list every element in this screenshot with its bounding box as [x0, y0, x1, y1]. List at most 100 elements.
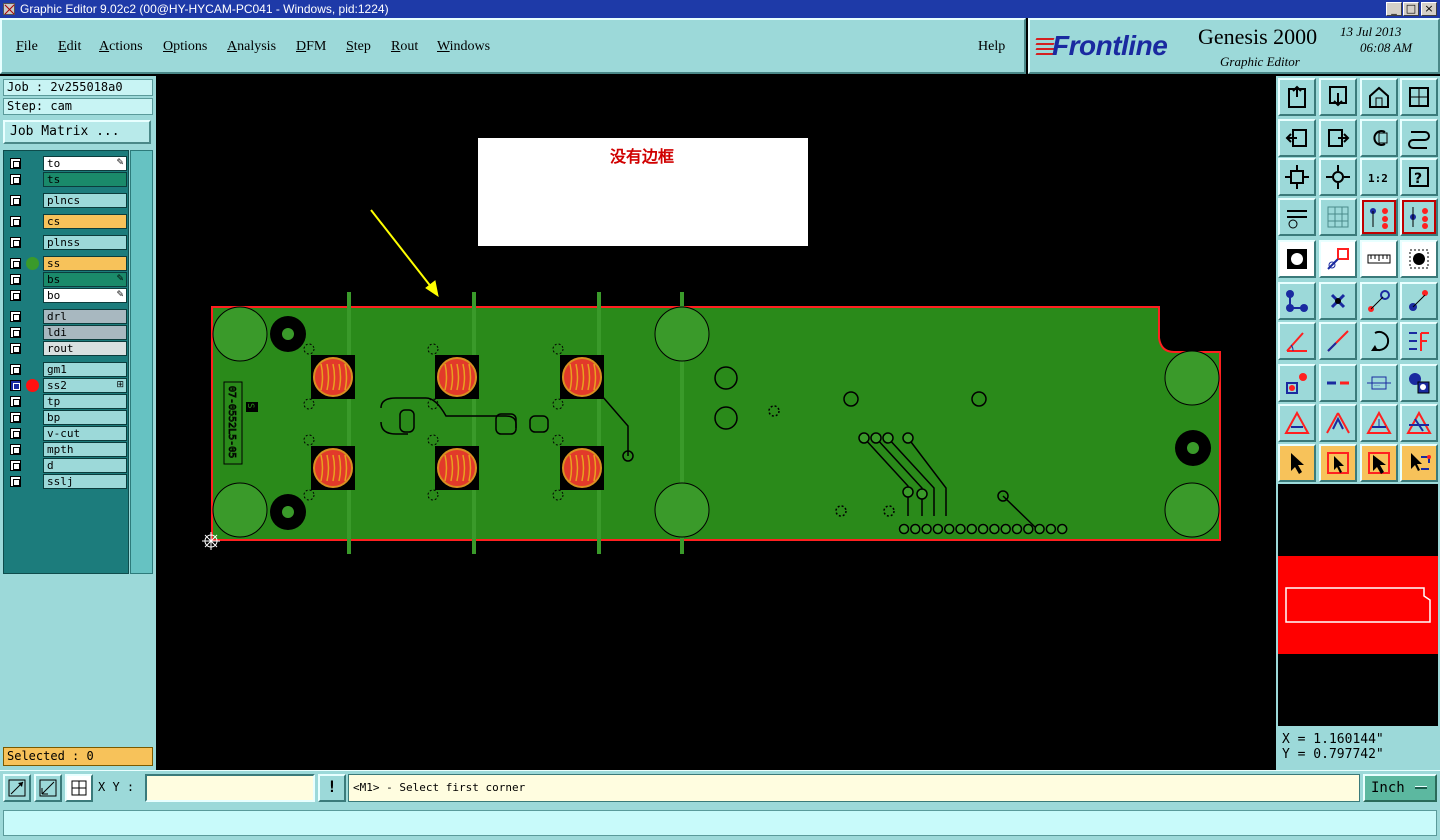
- help-button[interactable]: ?: [1400, 158, 1438, 196]
- move-feature-button[interactable]: [1278, 364, 1316, 402]
- layer-checkbox[interactable]: [10, 290, 21, 301]
- triangle-b-button[interactable]: [1319, 404, 1357, 442]
- layer-row-plnss[interactable]: plnss: [7, 235, 127, 250]
- layer-row-ss2[interactable]: ss2 ⊞: [7, 378, 127, 393]
- layer-row-bo[interactable]: bo ✎: [7, 288, 127, 303]
- layer-name[interactable]: tp: [43, 394, 127, 409]
- layer-name[interactable]: mpth: [43, 442, 127, 457]
- layer-name[interactable]: ss: [43, 256, 127, 271]
- draw-line-button[interactable]: [1278, 322, 1316, 360]
- fit-screen-button[interactable]: [1278, 78, 1316, 116]
- ruler-button[interactable]: [1360, 240, 1398, 278]
- menu-dfm[interactable]: DFM: [296, 39, 326, 55]
- layer-row-sslj[interactable]: sslj: [7, 474, 127, 489]
- line-break-button[interactable]: [1319, 364, 1357, 402]
- layer-name[interactable]: d: [43, 458, 127, 473]
- drill-button[interactable]: [1400, 240, 1438, 278]
- zoom-center-button[interactable]: [1319, 158, 1357, 196]
- layer-name[interactable]: to ✎: [43, 156, 127, 171]
- layer-row-d[interactable]: d: [7, 458, 127, 473]
- grid-button[interactable]: [1319, 198, 1357, 236]
- zoom-box-button[interactable]: [3, 774, 31, 802]
- layer-checkbox[interactable]: [10, 258, 21, 269]
- layer-name[interactable]: rout: [43, 341, 127, 356]
- layer-checkbox[interactable]: [10, 380, 21, 391]
- layer-checkbox[interactable]: [10, 476, 21, 487]
- connect-button[interactable]: [1278, 282, 1316, 320]
- layer-name[interactable]: ss2 ⊞: [43, 378, 127, 393]
- menu-actions[interactable]: Actions: [99, 39, 143, 55]
- mirror-button[interactable]: [1400, 322, 1438, 360]
- menu-analysis[interactable]: Analysis: [227, 39, 276, 55]
- close-button[interactable]: ×: [1421, 2, 1437, 16]
- layer-name[interactable]: cs: [43, 214, 127, 229]
- pan-left-button[interactable]: [1278, 119, 1316, 157]
- triangle-a-button[interactable]: [1278, 404, 1316, 442]
- layer-row-cs[interactable]: cs: [7, 214, 127, 229]
- pointer-net-button[interactable]: [1400, 444, 1438, 482]
- layer-checkbox[interactable]: [10, 364, 21, 375]
- layer-scrollbar[interactable]: [130, 150, 153, 574]
- scale-1-2-button[interactable]: 1:2: [1360, 158, 1398, 196]
- layer-name[interactable]: v-cut: [43, 426, 127, 441]
- layer-name[interactable]: sslj: [43, 474, 127, 489]
- snap-alt-button[interactable]: [1400, 282, 1438, 320]
- zoom-swap-button[interactable]: [1400, 119, 1438, 157]
- layer-affected-dot[interactable]: [26, 257, 39, 270]
- layer-row-drl[interactable]: drl: [7, 309, 127, 324]
- pan-right-button[interactable]: [1319, 119, 1357, 157]
- pointer-box-button[interactable]: [1319, 444, 1357, 482]
- xy-input[interactable]: [145, 774, 315, 802]
- layer-checkbox[interactable]: [10, 216, 21, 227]
- layer-row-ts[interactable]: ts: [7, 172, 127, 187]
- triangle-c-button[interactable]: [1360, 404, 1398, 442]
- layer-checkbox[interactable]: [10, 174, 21, 185]
- menu-step[interactable]: Step: [346, 39, 371, 55]
- layer-name[interactable]: gm1: [43, 362, 127, 377]
- layer-checkbox[interactable]: [10, 274, 21, 285]
- menu-options[interactable]: Options: [163, 39, 207, 55]
- layer-checkbox[interactable]: [10, 158, 21, 169]
- layer-checkbox[interactable]: [10, 460, 21, 471]
- menu-edit[interactable]: Edit: [58, 39, 81, 55]
- layer-checkbox[interactable]: [10, 311, 21, 322]
- pointer-area-button[interactable]: [1360, 444, 1398, 482]
- delete-node-button[interactable]: [1319, 282, 1357, 320]
- layer-row-v-cut[interactable]: v-cut: [7, 426, 127, 441]
- rotate-button[interactable]: [1360, 322, 1398, 360]
- snap-point-button[interactable]: [1360, 282, 1398, 320]
- tools-button[interactable]: [1278, 198, 1316, 236]
- layer-name[interactable]: bp: [43, 410, 127, 425]
- layer-name[interactable]: ts: [43, 172, 127, 187]
- redraw-button[interactable]: [1319, 78, 1357, 116]
- measure-button[interactable]: [34, 774, 62, 802]
- zoom-fit-button[interactable]: [1278, 158, 1316, 196]
- layer-name[interactable]: ldi: [43, 325, 127, 340]
- layer-name[interactable]: drl: [43, 309, 127, 324]
- layer-checkbox[interactable]: [10, 412, 21, 423]
- warning-button[interactable]: !: [318, 774, 346, 802]
- layer-affected-dot[interactable]: [26, 379, 39, 392]
- layer-row-mpth[interactable]: mpth: [7, 442, 127, 457]
- layer-row-gm1[interactable]: gm1: [7, 362, 127, 377]
- overview-map[interactable]: [1278, 484, 1438, 726]
- layer-row-to[interactable]: to ✎: [7, 156, 127, 171]
- layer-checkbox[interactable]: [10, 327, 21, 338]
- grid-snap-button[interactable]: [65, 774, 93, 802]
- split-view-button[interactable]: [1400, 78, 1438, 116]
- triangle-d-button[interactable]: [1400, 404, 1438, 442]
- job-matrix-button[interactable]: Job Matrix ...: [3, 120, 151, 144]
- layer-row-plncs[interactable]: plncs: [7, 193, 127, 208]
- menu-rout[interactable]: Rout: [391, 39, 418, 55]
- graphic-canvas[interactable]: 没有边框 07-0552L5-05 S: [156, 76, 1276, 770]
- undo-zoom-button[interactable]: [1360, 119, 1398, 157]
- layer-checkbox[interactable]: [10, 396, 21, 407]
- layer-checkbox[interactable]: [10, 428, 21, 439]
- home-button[interactable]: [1360, 78, 1398, 116]
- layer-name[interactable]: plncs: [43, 193, 127, 208]
- layer-row-tp[interactable]: tp: [7, 394, 127, 409]
- menu-help[interactable]: Help: [978, 39, 1005, 55]
- layer-compare-alt-button[interactable]: [1400, 198, 1438, 236]
- pointer-button[interactable]: [1278, 444, 1316, 482]
- copy-shape-button[interactable]: [1400, 364, 1438, 402]
